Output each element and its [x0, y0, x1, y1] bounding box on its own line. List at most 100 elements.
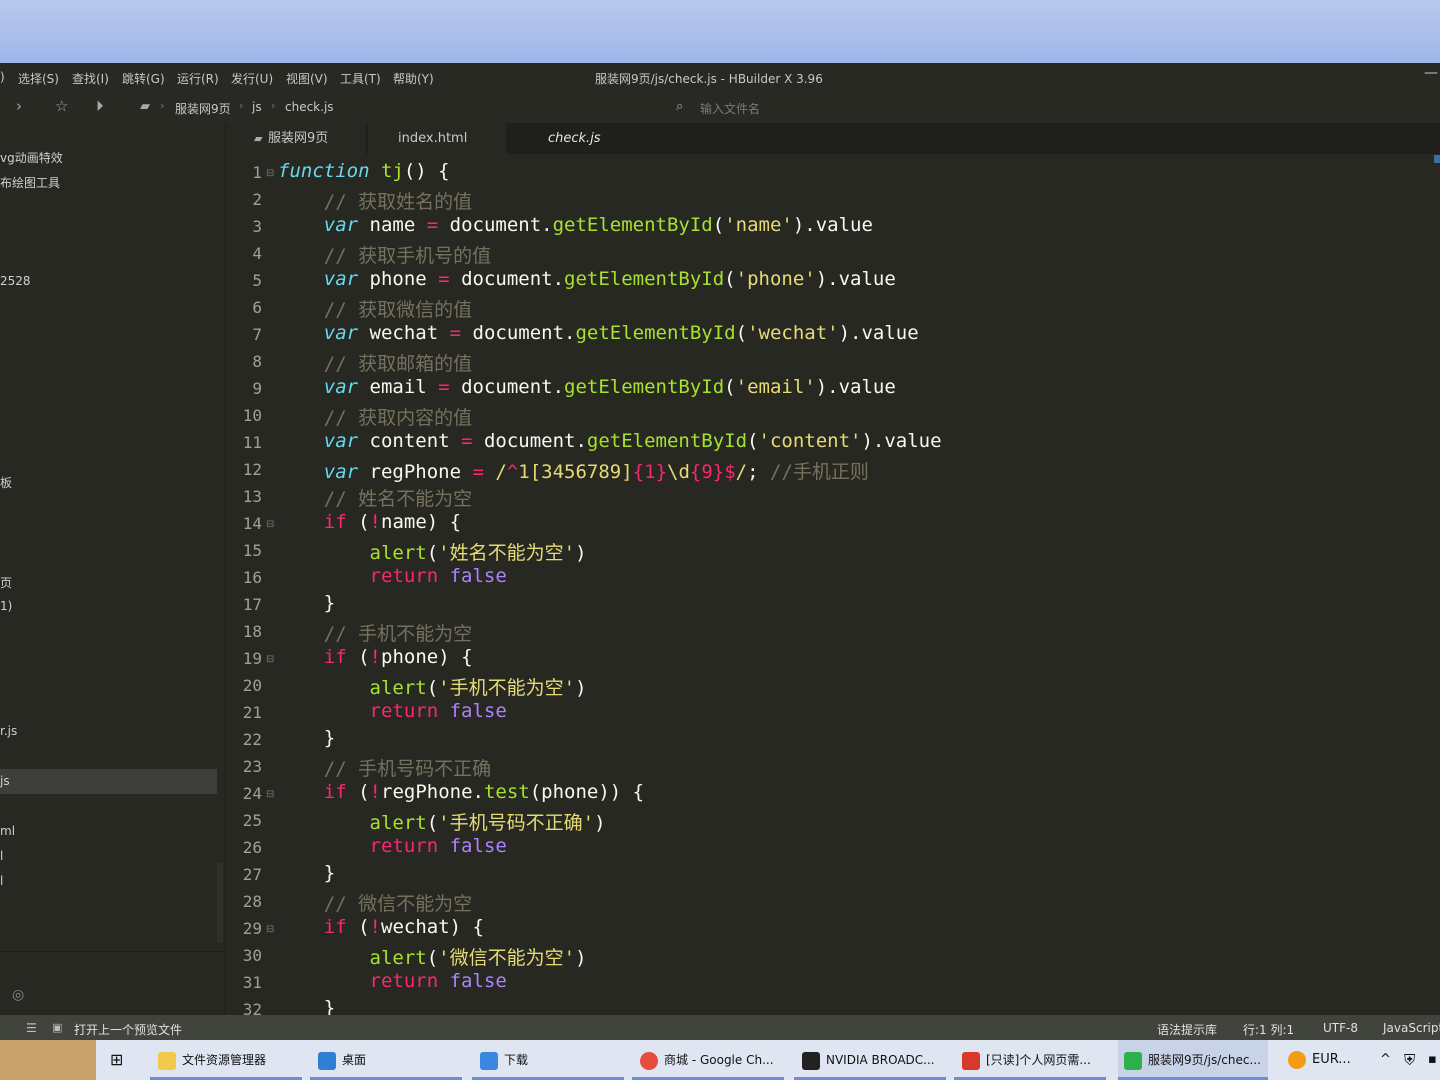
menu-run[interactable]: 运行(R) — [177, 70, 219, 87]
tab-project[interactable]: ▰ 服装网9页 — [226, 123, 366, 154]
wps-icon — [962, 1051, 980, 1070]
forward-arrow-icon[interactable]: › — [16, 97, 22, 115]
code-comment: // 获取姓名的值 — [323, 191, 473, 213]
menu-bar: ) 选择(S) 查找(I) 跳转(G) 运行(R) 发行(U) 视图(V) 工具… — [0, 63, 1440, 91]
fold-icon[interactable]: ⊟ — [266, 789, 274, 800]
sidebar-item[interactable]: vg动画特效 — [0, 149, 63, 166]
taskbar: ⊞ 文件资源管理器 桌面 下载 商城 - Google Ch... NVIDIA… — [0, 1040, 1440, 1080]
sidebar-item[interactable]: l — [0, 849, 3, 863]
sidebar-item[interactable]: 2528 — [0, 274, 31, 288]
syntax-library[interactable]: 语法提示库 — [1157, 1021, 1217, 1038]
weather-icon — [1288, 1050, 1306, 1069]
fold-icon[interactable]: ⊟ — [266, 168, 274, 179]
sidebar-item-selected[interactable]: js — [0, 774, 10, 788]
taskbar-label: 桌面 — [342, 1053, 367, 1067]
line-number: 9 — [252, 379, 262, 398]
taskbar-label: 文件资源管理器 — [182, 1053, 267, 1067]
line-number: 16 — [242, 568, 262, 587]
taskbar-label: 下载 — [504, 1053, 529, 1067]
line-number: 21 — [242, 703, 262, 722]
taskbar-item-chrome[interactable]: 商城 - Google Ch... — [640, 1040, 774, 1080]
taskbar-item-weather[interactable]: EUR... — [1288, 1040, 1351, 1080]
fold-icon[interactable]: ⊟ — [266, 924, 274, 935]
toolbar: › ☆ ⏵ ▰ › 服装网9页 › js › check.js ⌕ 输入文件名 — [0, 91, 1440, 124]
line-number: 3 — [252, 217, 262, 236]
code-line-24: if (!regPhone.test(phone)) { — [323, 781, 645, 803]
list-icon[interactable]: ☰ — [26, 1021, 37, 1035]
run-icon[interactable]: ⏵ — [96, 97, 104, 115]
code-comment: //手机正则 — [770, 461, 869, 483]
line-number: 20 — [242, 676, 262, 695]
code-line-26: return false — [369, 835, 507, 857]
line-number: 22 — [242, 730, 262, 749]
menu-publish[interactable]: 发行(U) — [231, 70, 273, 87]
sidebar-item[interactable]: r.js — [0, 724, 17, 738]
cursor-position[interactable]: 行:1 列:1 — [1243, 1021, 1294, 1038]
sidebar-item[interactable]: 页 — [0, 574, 12, 591]
code-line-14: if (!name) { — [323, 511, 462, 533]
tab-label: check.js — [548, 131, 601, 146]
sidebar-item[interactable]: 板 — [0, 474, 12, 491]
breadcrumb-file[interactable]: check.js — [285, 100, 334, 114]
language-mode[interactable]: JavaScript — [1383, 1021, 1440, 1035]
tab-index-html[interactable]: index.html — [368, 123, 506, 154]
taskbar-item-hbuilder[interactable]: 服装网9页/js/chec... — [1118, 1040, 1268, 1080]
sidebar-item[interactable]: ml — [0, 824, 15, 838]
code-editor[interactable]: 1 2 3 4 5 6 7 8 9 10 11 12 13 14 15 16 1… — [226, 155, 1440, 1015]
fold-icon[interactable]: ⊟ — [266, 654, 274, 665]
code-line-31: return false — [369, 970, 507, 992]
menu-find[interactable]: 查找(I) — [72, 70, 109, 87]
star-icon[interactable]: ☆ — [55, 97, 68, 115]
editor-scrollbar[interactable] — [1434, 155, 1440, 163]
minimize-icon[interactable]: — — [1424, 65, 1438, 81]
folder-icon — [158, 1051, 176, 1070]
menu-view[interactable]: 视图(V) — [286, 70, 328, 87]
line-number: 4 — [252, 244, 262, 263]
shield-icon[interactable]: ⛨ — [1404, 1040, 1415, 1080]
palette-icon[interactable]: ◎ — [12, 987, 24, 1003]
menu-goto[interactable]: 跳转(G) — [122, 70, 165, 87]
line-number: 7 — [252, 325, 262, 344]
code-line-25: alert('手机号码不正确') — [369, 812, 606, 834]
fold-icon[interactable]: ⊟ — [266, 519, 274, 530]
menu-select[interactable]: 选择(S) — [18, 70, 59, 87]
code-comment: // 获取微信的值 — [323, 299, 473, 321]
line-number: 28 — [242, 892, 262, 911]
code-line-23: // 手机号码不正确 — [278, 754, 491, 781]
taskbar-label: NVIDIA BROADC... — [826, 1053, 935, 1067]
chevron-up-icon[interactable]: ^ — [1380, 1040, 1391, 1080]
sidebar-item[interactable]: 布绘图工具 — [0, 174, 60, 191]
tab-check-js[interactable]: check.js — [508, 123, 650, 154]
taskbar-item-wps[interactable]: [只读]个人网页需... — [962, 1040, 1091, 1080]
taskbar-item-explorer[interactable]: 文件资源管理器 — [158, 1040, 266, 1080]
code-comment: // 获取内容的值 — [323, 407, 473, 429]
taskbar-item-nvidia[interactable]: NVIDIA BROADC... — [802, 1040, 935, 1080]
code-line-10: // 获取内容的值 — [278, 403, 472, 430]
menu-item-fragment[interactable]: ) — [0, 70, 5, 84]
line-number: 2 — [252, 190, 262, 209]
castle-logo-icon[interactable] — [0, 1040, 96, 1080]
file-search-icon: ⌕ — [676, 99, 684, 114]
sidebar-scrollbar[interactable] — [217, 863, 223, 943]
taskbar-item-downloads[interactable]: 下载 — [480, 1040, 528, 1080]
task-view-icon[interactable]: ⊞ — [110, 1040, 123, 1080]
open-preview-button[interactable]: 打开上一个预览文件 — [74, 1021, 182, 1038]
taskbar-label: 商城 - Google Ch... — [664, 1053, 774, 1067]
download-icon — [480, 1051, 498, 1070]
code-line-11: var content = document.getElementById('c… — [323, 430, 942, 452]
taskbar-label: [只读]个人网页需... — [986, 1053, 1091, 1067]
sidebar-item[interactable]: 1) — [0, 599, 12, 613]
menu-tools[interactable]: 工具(T) — [340, 70, 381, 87]
file-search-input[interactable]: 输入文件名 — [700, 100, 760, 117]
nvidia-icon — [802, 1051, 820, 1070]
menu-help[interactable]: 帮助(Y) — [393, 70, 434, 87]
breadcrumb-project[interactable]: 服装网9页 — [175, 100, 231, 117]
code-line-8: // 获取邮箱的值 — [278, 349, 472, 376]
taskbar-item-desktop[interactable]: 桌面 — [318, 1040, 366, 1080]
line-number: 5 — [252, 271, 262, 290]
tray-icon[interactable]: ▪ — [1428, 1040, 1437, 1080]
breadcrumb-folder[interactable]: js — [252, 100, 262, 114]
encoding[interactable]: UTF-8 — [1323, 1021, 1358, 1035]
sidebar-item[interactable]: l — [0, 874, 3, 888]
preview-icon[interactable]: ▣ — [52, 1021, 62, 1034]
